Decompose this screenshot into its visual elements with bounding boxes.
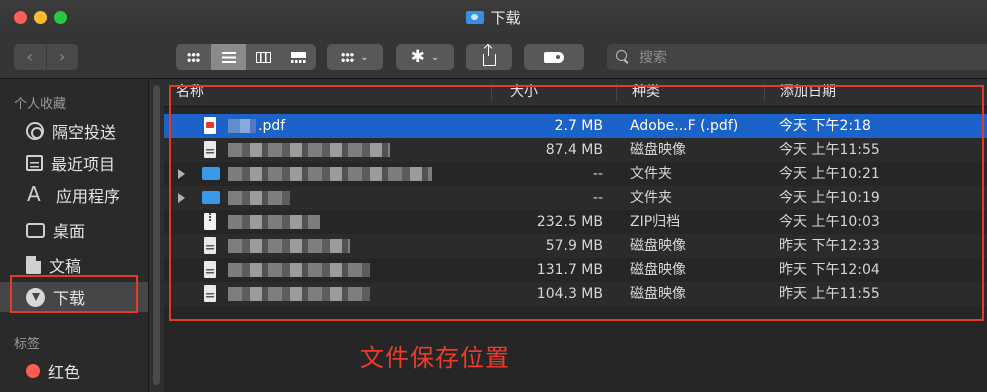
search-input[interactable] xyxy=(637,44,981,72)
close-button[interactable] xyxy=(14,11,27,24)
sidebar-item-desktop[interactable]: 桌面 xyxy=(0,214,148,246)
file-list-highlight-box xyxy=(169,85,984,321)
action-button[interactable]: ✱ ⌄ xyxy=(396,44,454,70)
toolbar: ‹ › ⌄ ✱ ⌄ xyxy=(0,36,987,79)
sidebar-item-label: 隔空投送 xyxy=(52,123,117,142)
applications-icon xyxy=(26,182,48,206)
red-tag-dot-icon xyxy=(26,364,40,378)
search-icon xyxy=(616,50,627,61)
icon-view-button[interactable] xyxy=(176,44,211,70)
list-icon xyxy=(221,51,236,63)
column-view-button[interactable] xyxy=(246,44,281,70)
chevron-down-icon: ⌄ xyxy=(360,51,369,63)
sidebar-item-label: 桌面 xyxy=(53,222,86,241)
tag-icon xyxy=(544,51,564,63)
sidebar-item-label: 文稿 xyxy=(49,257,82,276)
sidebar-tag-red[interactable]: 红色 xyxy=(0,355,148,387)
tags-header: 标签 xyxy=(14,337,41,352)
gallery-view-button[interactable] xyxy=(281,44,316,70)
downloads-highlight-box xyxy=(10,275,138,313)
minimize-button[interactable] xyxy=(34,11,47,24)
edit-tags-button[interactable] xyxy=(524,44,584,70)
forward-button[interactable]: › xyxy=(45,44,79,70)
sidebar-scrollbar[interactable] xyxy=(148,79,165,392)
columns-icon xyxy=(256,51,271,63)
airdrop-icon xyxy=(26,122,44,140)
recents-icon xyxy=(26,155,43,171)
arrange-grid-icon xyxy=(341,51,355,63)
sidebar: 个人收藏 隔空投送 最近项目 应用程序 桌面 文稿 下载 标签 红色 xyxy=(0,79,148,392)
list-view-button[interactable] xyxy=(211,44,246,70)
sidebar-item-recents[interactable]: 最近项目 xyxy=(0,147,148,179)
sidebar-scroll-thumb[interactable] xyxy=(153,85,160,385)
view-mode-group xyxy=(176,44,316,70)
share-button[interactable] xyxy=(466,44,512,70)
share-icon xyxy=(482,45,496,66)
navigation-group: ‹ › xyxy=(14,44,78,70)
back-button[interactable]: ‹ xyxy=(14,44,46,70)
downloads-folder-icon xyxy=(466,11,485,24)
zoom-button[interactable] xyxy=(54,11,67,24)
search-field[interactable] xyxy=(607,44,987,72)
gear-icon: ✱ xyxy=(410,47,425,67)
sidebar-item-applications[interactable]: 应用程序 xyxy=(0,179,148,211)
sidebar-item-label: 红色 xyxy=(48,363,81,382)
arrange-button[interactable]: ⌄ xyxy=(327,44,383,70)
window-title: 下载 xyxy=(0,0,987,36)
sidebar-item-label: 应用程序 xyxy=(56,187,121,206)
finder-window: 下载 ‹ › ⌄ ✱ ⌄ 搜索 个人收藏 隔空投送 最近项目 A 应用程序 桌面… xyxy=(0,0,987,392)
chevron-down-icon: ⌄ xyxy=(430,51,440,63)
icon-grid-icon xyxy=(187,51,200,63)
title-bar: 下载 xyxy=(0,0,987,36)
sidebar-item-airdrop[interactable]: 隔空投送 xyxy=(0,115,148,147)
annotation-label: 文件保存位置 xyxy=(360,344,510,372)
desktop-icon xyxy=(26,222,45,238)
gallery-icon xyxy=(291,51,306,63)
favorites-header: 个人收藏 xyxy=(14,97,67,112)
documents-icon xyxy=(26,256,41,274)
sidebar-item-label: 最近项目 xyxy=(51,155,116,174)
